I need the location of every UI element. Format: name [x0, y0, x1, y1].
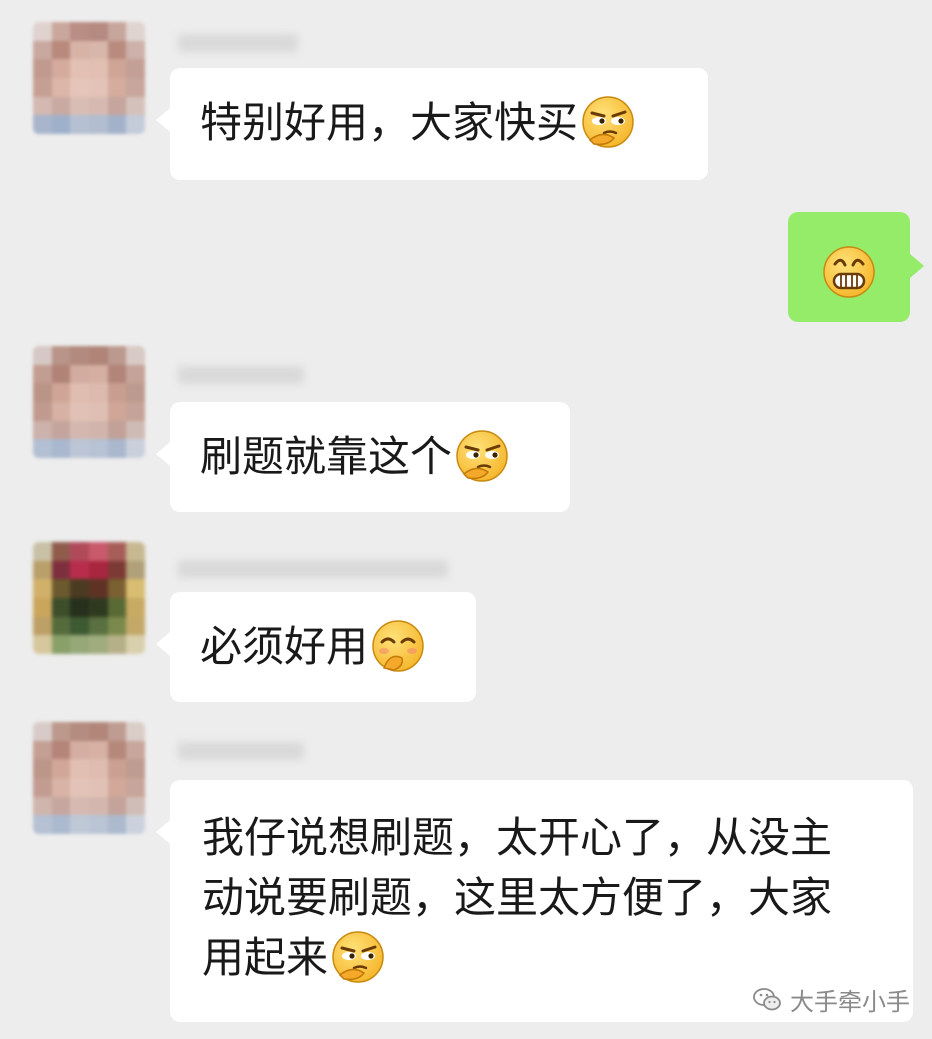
message-bubble[interactable]: 刷题就靠这个 — [156, 402, 570, 512]
smirk-emoji-icon — [580, 94, 636, 150]
smirk-emoji-icon — [454, 428, 510, 484]
avatar[interactable] — [33, 22, 145, 134]
message-bubble[interactable]: 特别好用，大家快买 — [156, 68, 708, 180]
sender-name-blurred — [178, 34, 298, 52]
message-text: 刷题就靠这个 — [200, 432, 453, 481]
message-text: 特别好用，大家快买 — [200, 98, 579, 147]
smirk-emoji-icon — [330, 929, 386, 985]
grin-emoji-icon — [821, 244, 877, 300]
avatar[interactable] — [33, 542, 145, 654]
message-text-line: 我仔说想刷题，太开心了，从没主 — [202, 813, 833, 862]
wechat-icon — [753, 987, 781, 1010]
chuckle-emoji-icon — [370, 618, 426, 674]
message-text-line: 动说要刷题，这里太方便了，大家 — [202, 873, 833, 922]
own-message-bubble[interactable] — [788, 212, 924, 322]
sender-name-blurred — [178, 742, 304, 760]
avatar[interactable] — [33, 722, 145, 834]
avatar[interactable] — [33, 346, 145, 458]
message-text-line: 用起来 — [202, 933, 329, 982]
message-text: 必须好用 — [200, 622, 369, 671]
sender-name-blurred — [178, 560, 448, 578]
watermark: 大手牵小手 — [752, 982, 910, 1017]
watermark-text: 大手牵小手 — [790, 988, 910, 1016]
sender-name-blurred — [178, 366, 304, 384]
message-bubble[interactable]: 必须好用 — [156, 592, 476, 702]
